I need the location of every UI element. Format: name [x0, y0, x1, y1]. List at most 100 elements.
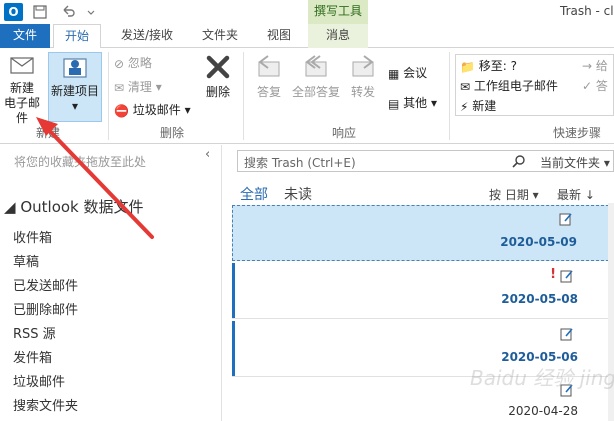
quick-step-new[interactable]: ⚡ 新建 [460, 97, 496, 114]
quick-step-new-label: 新建 [472, 99, 497, 113]
group-quicksteps-label: 快速步骤 [553, 126, 602, 140]
unread-bar [232, 321, 235, 376]
group-separator [108, 52, 109, 140]
data-file-section[interactable]: ◢ Outlook 数据文件 [4, 196, 144, 217]
folder-junk[interactable]: 垃圾邮件 [13, 371, 65, 390]
new-items-label: 新建项目 [50, 84, 99, 98]
tab-home[interactable]: 开始 [53, 24, 101, 49]
draft-edit-icon [560, 270, 573, 283]
meeting-button[interactable]: ▦ 会议 [388, 64, 427, 81]
tab-file[interactable]: 文件 [0, 24, 50, 48]
search-box[interactable]: 搜索 Trash (Ctrl+E) 当前文件夹 ▾ [237, 150, 614, 172]
pane-divider[interactable] [221, 145, 222, 421]
tab-view[interactable]: 视图 [256, 24, 302, 48]
quick-step-team-email[interactable]: ✉ 工作组电子邮件 [460, 77, 558, 94]
unread-bar [232, 263, 235, 318]
watermark: Baidu 经验 jingyan.baidu.com [470, 366, 614, 390]
clean-up-label: 清理 [127, 80, 152, 94]
search-scope-dropdown[interactable]: 当前文件夹 ▾ [540, 154, 610, 171]
favorites-drop-hint: 将您的收藏夹拖放至此处 [14, 155, 147, 169]
tab-send-receive[interactable]: 发送/接收 [112, 24, 182, 48]
clean-up-button[interactable]: ✉ 清理 ▾ [114, 78, 162, 95]
navigation-pane: 将您的收藏夹拖放至此处 ‹ ◢ Outlook 数据文件 收件箱 草稿 已发送邮… [0, 145, 220, 421]
folder-outbox[interactable]: 发件箱 [13, 347, 52, 366]
clean-up-icon: ✉ [114, 80, 125, 95]
arrow-icon: → [582, 59, 593, 73]
calendar-icon: ▦ [388, 66, 400, 81]
filter-unread[interactable]: 未读 [284, 184, 312, 204]
chevron-down-icon: ▾ [603, 156, 610, 170]
draft-edit-icon [559, 213, 572, 226]
group-respond-label: 响应 [332, 126, 357, 140]
collapse-triangle-icon: ◢ [4, 198, 16, 216]
chevron-down-icon: ▾ [532, 188, 539, 202]
reply-all-button[interactable]: 全部答复 [290, 52, 342, 100]
new-email-icon [10, 57, 34, 74]
tab-folder[interactable]: 文件夹 [192, 24, 248, 48]
new-items-icon [63, 58, 87, 78]
importance-icon: ! [550, 267, 556, 282]
group-separator [243, 52, 244, 140]
outlook-logo-icon: O [4, 3, 23, 21]
window-title: Trash - cl [560, 4, 614, 18]
ignore-label: 忽略 [127, 56, 152, 70]
folder-sent[interactable]: 已发送邮件 [13, 275, 78, 294]
new-items-button[interactable]: 新建项目 ▾ [48, 52, 102, 122]
data-file-section-label: Outlook 数据文件 [20, 198, 144, 216]
message-item[interactable]: ! 2020-05-08 [232, 263, 614, 319]
message-item[interactable]: 2020-05-09 [232, 205, 614, 261]
search-input[interactable]: 搜索 Trash (Ctrl+E) [244, 154, 356, 171]
forward-button[interactable]: 转发 [346, 52, 380, 100]
save-icon[interactable] [32, 4, 48, 20]
compose-tools-context-tab: 撰写工具 [308, 0, 368, 24]
chevron-down-icon: ▾ [155, 80, 162, 94]
tab-message[interactable]: 消息 [308, 24, 368, 48]
reply-icon [258, 55, 280, 77]
quick-step-to-manager[interactable]: → 给 [582, 57, 608, 74]
reply-label: 答复 [256, 85, 281, 99]
chevron-down-icon: ▾ [184, 103, 191, 117]
junk-label: 垃圾邮件 [132, 103, 181, 117]
folder-drafts[interactable]: 草稿 [13, 251, 39, 270]
folder-rss[interactable]: RSS 源 [13, 323, 56, 342]
collapse-pane-icon[interactable]: ‹ [205, 147, 210, 162]
new-email-label-1: 新建 [9, 81, 34, 95]
quick-step-move-label: 移至: ? [478, 59, 518, 73]
forward-icon [352, 55, 374, 77]
delete-label: 删除 [205, 85, 230, 99]
ribbon: 新建 电子邮件 新建项目 ▾ 新建 ⊘ 忽略 ✉ 清理 ▾ ⛔ 垃圾邮件 ▾ 删… [0, 48, 614, 144]
group-new-label: 新建 [36, 126, 61, 140]
undo-icon[interactable] [60, 4, 76, 20]
quick-step-r2-label: 答 [595, 79, 608, 93]
folder-search[interactable]: 搜索文件夹 [13, 395, 78, 414]
delete-x-icon [206, 55, 230, 79]
team-email-icon: ✉ [460, 79, 471, 94]
junk-button[interactable]: ⛔ 垃圾邮件 ▾ [114, 101, 191, 118]
message-date: 2020-05-09 [500, 235, 577, 249]
more-respond-button[interactable]: ▤ 其他 ▾ [388, 94, 437, 111]
ignore-icon: ⊘ [114, 56, 125, 71]
sort-order-toggle[interactable]: 最新 ↓ [557, 186, 595, 203]
quick-step-done[interactable]: ✓ 答 [582, 77, 608, 94]
search-scope-label: 当前文件夹 [540, 156, 601, 170]
message-date: 2020-04-28 [508, 404, 578, 418]
reply-button[interactable]: 答复 [250, 52, 288, 100]
quick-step-move[interactable]: 📁 移至: ? [460, 57, 517, 74]
ignore-button[interactable]: ⊘ 忽略 [114, 54, 152, 71]
junk-icon: ⛔ [114, 103, 129, 118]
qat-dropdown-icon[interactable] [86, 4, 96, 20]
new-email-button[interactable]: 新建 电子邮件 [0, 52, 44, 126]
quick-step-team-label: 工作组电子邮件 [473, 79, 558, 93]
reply-all-icon [305, 55, 327, 77]
check-icon: ✓ [582, 79, 593, 93]
folder-inbox[interactable]: 收件箱 [13, 227, 52, 246]
folder-deleted[interactable]: 已删除邮件 [13, 299, 78, 318]
reply-all-label: 全部答复 [291, 85, 340, 99]
search-icon[interactable] [512, 154, 526, 168]
more-label: 其他 [403, 96, 428, 110]
meeting-label: 会议 [403, 66, 428, 80]
chevron-down-icon: ▾ [431, 96, 438, 110]
filter-all[interactable]: 全部 [240, 184, 268, 204]
delete-button[interactable]: 删除 [200, 52, 236, 100]
sort-by-dropdown[interactable]: 按 日期 ▾ [489, 186, 539, 203]
